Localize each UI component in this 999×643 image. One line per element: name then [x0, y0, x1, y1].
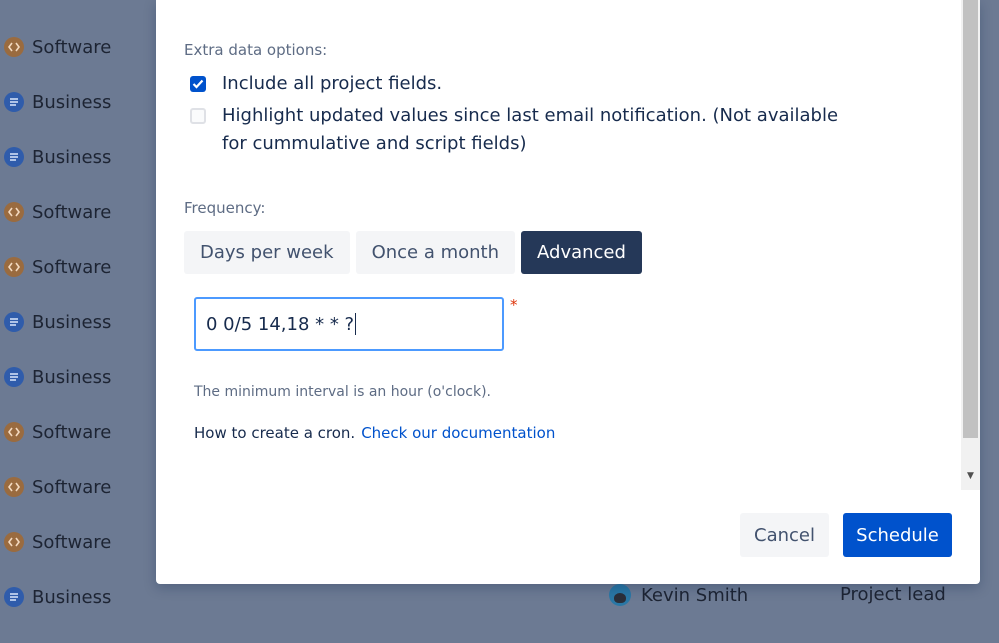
include-fields-label: Include all project fields. [222, 73, 443, 94]
project-type: Software [32, 256, 112, 278]
project-type: Business [32, 146, 112, 168]
lines-icon [4, 587, 24, 607]
highlight-updates-label: Highlight updated values since last emai… [222, 105, 839, 154]
frequency-label: Frequency: [184, 199, 266, 217]
scrollbar-thumb[interactable] [963, 0, 978, 438]
highlight-updates-checkbox[interactable] [190, 108, 206, 124]
project-row: Business [4, 582, 111, 612]
interval-hint: The minimum interval is an hour (o'clock… [194, 384, 492, 400]
modal-scrollbar[interactable]: ▼ [961, 0, 980, 490]
project-type: Software [32, 476, 112, 498]
project-list: Software Business Business Software Soft… [0, 0, 160, 643]
project-row: Software [4, 417, 111, 447]
cancel-button[interactable]: Cancel [740, 513, 829, 557]
project-row: Business [4, 142, 111, 172]
cron-help: How to create a cron. Check our documenta… [194, 424, 555, 442]
documentation-link[interactable]: Check our documentation [361, 424, 555, 442]
lines-icon [4, 312, 24, 332]
project-row: Business [4, 362, 111, 392]
project-row: Business [4, 307, 111, 337]
code-icon [4, 532, 24, 552]
code-icon [4, 422, 24, 442]
lines-icon [4, 367, 24, 387]
schedule-modal: Extra data options: Include all project … [156, 0, 980, 584]
lines-icon [4, 147, 24, 167]
code-icon [4, 37, 24, 57]
code-icon [4, 477, 24, 497]
required-marker: * [510, 296, 518, 314]
project-lead-row: Kevin Smith [609, 584, 748, 606]
project-type: Software [32, 421, 112, 443]
project-type: Software [32, 36, 112, 58]
lines-icon [4, 92, 24, 112]
project-type: Software [32, 201, 112, 223]
highlight-updates-option[interactable]: Highlight updated values since last emai… [190, 105, 842, 158]
scroll-down-arrow-icon[interactable]: ▼ [961, 466, 980, 486]
checkmark-icon [192, 79, 204, 89]
schedule-button[interactable]: Schedule [843, 513, 952, 557]
project-row: Software [4, 527, 111, 557]
extra-options-label: Extra data options: [184, 41, 328, 59]
include-fields-option[interactable]: Include all project fields. [190, 73, 442, 98]
cron-value: 0 0/5 14,18 * * ? [206, 313, 355, 335]
project-type: Business [32, 91, 112, 113]
lead-name: Kevin Smith [641, 584, 749, 606]
code-icon [4, 257, 24, 277]
modal-body: Extra data options: Include all project … [156, 0, 961, 490]
project-row: Software [4, 197, 111, 227]
code-icon [4, 202, 24, 222]
project-type: Business [32, 366, 112, 388]
project-row: Software [4, 472, 111, 502]
project-type: Business [32, 586, 112, 608]
avatar [609, 584, 631, 606]
tab-days-per-week[interactable]: Days per week [184, 231, 350, 274]
cron-expression-input[interactable]: 0 0/5 14,18 * * ? [194, 297, 504, 351]
tab-advanced[interactable]: Advanced [521, 231, 642, 274]
project-type: Software [32, 531, 112, 553]
include-fields-checkbox[interactable] [190, 76, 206, 92]
project-row: Software [4, 32, 111, 62]
lead-role: Project lead [840, 584, 946, 605]
project-row: Business [4, 87, 111, 117]
tab-once-a-month[interactable]: Once a month [355, 231, 516, 274]
lead-role-cell: Project lead [840, 584, 946, 605]
text-caret [355, 313, 357, 335]
project-row: Software [4, 252, 111, 282]
frequency-tabs: Days per week Once a month Advanced [184, 231, 648, 274]
project-type: Business [32, 311, 112, 333]
cron-help-text: How to create a cron. [194, 424, 356, 442]
